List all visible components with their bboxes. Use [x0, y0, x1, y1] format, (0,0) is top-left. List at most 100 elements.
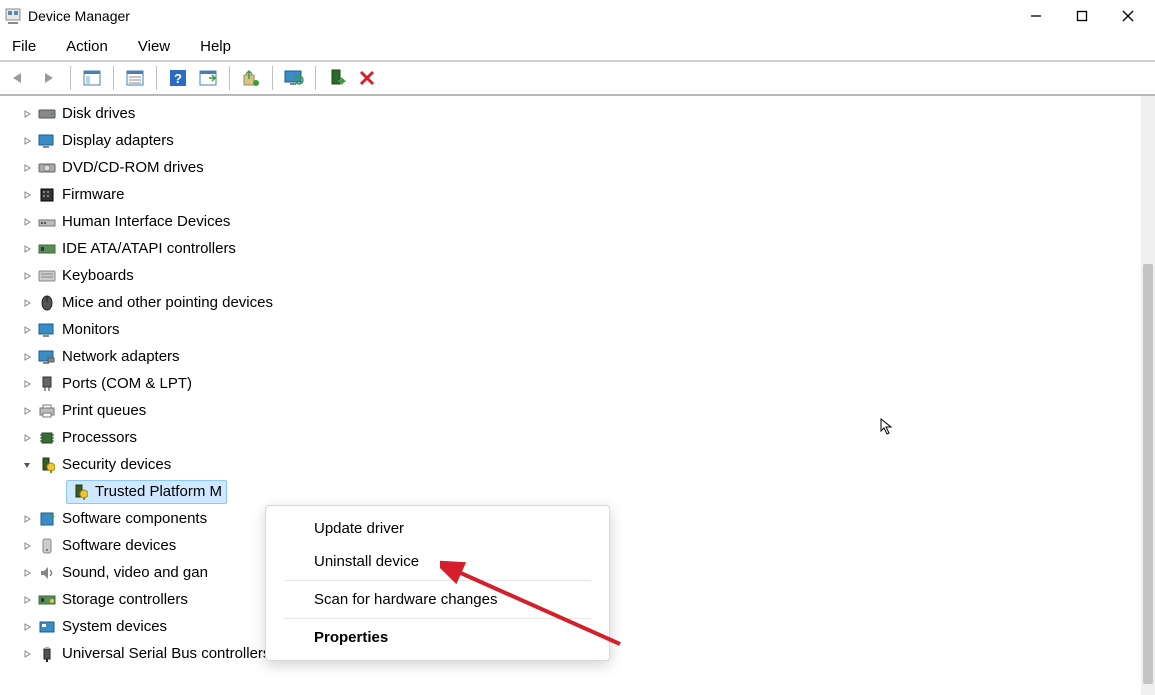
tree-item[interactable]: Print queues [18, 397, 1155, 424]
expand-icon[interactable] [18, 514, 36, 524]
display-icon [36, 132, 58, 150]
security-icon [36, 456, 58, 474]
toolbar-separator [272, 66, 273, 90]
menubar: File Action View Help [0, 32, 1155, 60]
expand-icon[interactable] [18, 622, 36, 632]
minimize-button[interactable] [1013, 1, 1059, 31]
app-icon [4, 7, 22, 25]
expand-icon[interactable] [18, 541, 36, 551]
expand-icon[interactable] [18, 352, 36, 362]
swdev-icon [36, 537, 58, 555]
network-icon [36, 348, 58, 366]
tree-item[interactable]: Network adapters [18, 343, 1155, 370]
expand-icon[interactable] [18, 298, 36, 308]
properties-icon[interactable] [122, 65, 148, 91]
expand-icon[interactable] [18, 325, 36, 335]
expand-icon[interactable] [18, 649, 36, 659]
menu-item-help[interactable]: Help [194, 36, 237, 57]
ide-icon [36, 240, 58, 258]
titlebar: Device Manager [0, 0, 1155, 32]
toolbar-separator [113, 66, 114, 90]
tree-item[interactable]: Keyboards [18, 262, 1155, 289]
menu-item-file[interactable]: File [6, 36, 42, 57]
back-icon[interactable] [6, 65, 32, 91]
expand-icon[interactable] [18, 271, 36, 281]
tree-item[interactable]: Disk drives [18, 100, 1155, 127]
window-title: Device Manager [28, 8, 130, 24]
tree-child-item[interactable]: Trusted Platform M [18, 478, 1155, 505]
collapse-icon[interactable] [18, 460, 36, 470]
tree-item-label: Network adapters [62, 348, 180, 365]
menu-item-action[interactable]: Action [60, 36, 114, 57]
tree-item[interactable]: Human Interface Devices [18, 208, 1155, 235]
tree-item-label: Human Interface Devices [62, 213, 230, 230]
context-menu-item[interactable]: Update driver [266, 512, 609, 545]
tree-item-label: Mice and other pointing devices [62, 294, 273, 311]
help-icon[interactable]: ? [165, 65, 191, 91]
cpu-icon [36, 429, 58, 447]
system-icon [36, 618, 58, 636]
mouse-cursor-icon [880, 418, 894, 441]
firmware-icon [36, 186, 58, 204]
scrollbar-thumb[interactable] [1143, 264, 1153, 684]
tree-item-label: IDE ATA/ATAPI controllers [62, 240, 236, 257]
disk-icon [36, 105, 58, 123]
tree-item[interactable]: Processors [18, 424, 1155, 451]
port-icon [36, 375, 58, 393]
toolbar-separator [315, 66, 316, 90]
monitor-icon [36, 321, 58, 339]
tree-item-label: Sound, video and gan [62, 564, 208, 581]
expand-icon[interactable] [18, 109, 36, 119]
tree-item-label: Monitors [62, 321, 120, 338]
context-menu: Update driverUninstall device Scan for ha… [265, 505, 610, 661]
hid-icon [36, 213, 58, 231]
show-hidden-icon[interactable] [79, 65, 105, 91]
tree-item-label: Processors [62, 429, 137, 446]
tree-item-label: Security devices [62, 456, 171, 473]
tpm-icon [69, 483, 91, 501]
tree-item[interactable]: Ports (COM & LPT) [18, 370, 1155, 397]
scan-hardware-icon[interactable] [195, 65, 221, 91]
expand-icon[interactable] [18, 379, 36, 389]
expand-icon[interactable] [18, 595, 36, 605]
enable-device-icon[interactable] [324, 65, 350, 91]
update-driver-icon[interactable] [238, 65, 264, 91]
expand-icon[interactable] [18, 406, 36, 416]
tree-item[interactable]: Monitors [18, 316, 1155, 343]
toolbar-separator [70, 66, 71, 90]
uninstall-device-icon[interactable] [354, 65, 380, 91]
tree-item-label: DVD/CD-ROM drives [62, 159, 204, 176]
context-menu-item[interactable]: Properties [266, 621, 609, 654]
expand-icon[interactable] [18, 190, 36, 200]
expand-icon[interactable] [18, 136, 36, 146]
expand-icon[interactable] [18, 217, 36, 227]
expand-icon[interactable] [18, 433, 36, 443]
context-menu-item[interactable]: Uninstall device [266, 545, 609, 578]
tree-item[interactable]: Mice and other pointing devices [18, 289, 1155, 316]
menu-item-view[interactable]: View [132, 36, 176, 57]
tree-item[interactable]: DVD/CD-ROM drives [18, 154, 1155, 181]
context-menu-item[interactable]: Scan for hardware changes [266, 583, 609, 616]
tree-item[interactable]: Security devices [18, 451, 1155, 478]
storage-icon [36, 591, 58, 609]
tree-item[interactable]: Display adapters [18, 127, 1155, 154]
context-menu-separator [284, 618, 591, 619]
context-menu-separator [284, 580, 591, 581]
tree-item[interactable]: IDE ATA/ATAPI controllers [18, 235, 1155, 262]
tree-item-label: Universal Serial Bus controllers [62, 645, 270, 662]
keyboard-icon [36, 267, 58, 285]
tree-item-label: Software components [62, 510, 207, 527]
tree-item-label: System devices [62, 618, 167, 635]
dvd-icon [36, 159, 58, 177]
sound-icon [36, 564, 58, 582]
expand-icon[interactable] [18, 568, 36, 578]
tree-item-label: Software devices [62, 537, 176, 554]
expand-icon[interactable] [18, 244, 36, 254]
monitor-icon[interactable] [281, 65, 307, 91]
tree-item[interactable]: Firmware [18, 181, 1155, 208]
maximize-button[interactable] [1059, 1, 1105, 31]
vertical-scrollbar[interactable] [1141, 96, 1155, 695]
close-button[interactable] [1105, 1, 1151, 31]
expand-icon[interactable] [18, 163, 36, 173]
forward-icon[interactable] [36, 65, 62, 91]
